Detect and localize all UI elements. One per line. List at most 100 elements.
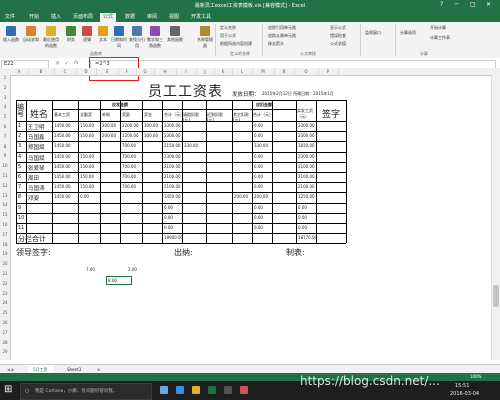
cell-no[interactable]: 4 [18,154,21,160]
cell-due_total[interactable]: 1450.00 [164,194,181,199]
column-header[interactable]: G [136,68,155,75]
cell-name[interactable]: 马国鑫 [28,133,45,141]
cell-full[interactable]: 150.00 [80,123,94,128]
cell-base[interactable]: 1450.00 [54,184,71,189]
cell-full[interactable]: 150.00 [80,174,94,179]
cell-full[interactable]: 150.00 [80,154,94,159]
cell-name[interactable]: 郑国斌 [28,143,45,151]
cell-due_total[interactable]: 0.00 [164,205,173,210]
row-header[interactable]: 15 [0,212,10,217]
cell-actual[interactable]: 2100.00 [298,164,315,169]
cell-no[interactable]: 9 [18,205,21,211]
column-header[interactable]: C [54,68,77,75]
cell-actual[interactable]: 2300.00 [298,154,315,159]
ribbon-button-8[interactable]: 数学和三角函数 [146,25,164,49]
row-header[interactable]: 3 [0,95,10,100]
column-header[interactable]: B [28,68,55,75]
row-header[interactable]: 25 [0,310,10,315]
row-header[interactable]: 10 [0,163,10,168]
ribbon-button-10[interactable]: 名称管理器 [196,25,214,49]
tab-file[interactable]: 文件 [2,13,18,22]
cell-no[interactable]: 2 [18,133,21,139]
cancel-icon[interactable]: ✕ [55,60,60,67]
tab-formulas[interactable]: 公式 [100,13,117,22]
row-header[interactable]: 29 [0,349,10,354]
cell-sub[interactable]: 200.00 [102,133,116,138]
cell-base[interactable]: 1450.00 [54,194,71,199]
cell-ded_total[interactable]: 0.00 [254,205,263,210]
cell-base[interactable]: 1450.00 [54,164,71,169]
row-header[interactable]: 1 [0,75,10,80]
column-header[interactable]: D [76,68,97,75]
cell-actual[interactable]: 0.00 [298,215,307,220]
cell-actual[interactable]: 3300.00 [298,123,315,128]
column-header[interactable]: L [232,68,253,75]
row-header[interactable]: 24 [0,300,10,305]
cell-reward[interactable]: 700.00 [122,174,136,179]
ribbon-item-5[interactable]: 移去箭头 [268,41,284,47]
ribbon-item-9[interactable]: 监视窗口 [365,30,381,36]
cell-due_total[interactable]: 2100.00 [164,174,181,179]
cell-due_total[interactable]: 2150.00 [164,143,181,148]
cell-name[interactable]: 周田 [28,174,39,182]
cell-actual[interactable]: 2100.00 [298,174,315,179]
app-icon[interactable] [240,386,248,394]
cell-bonus[interactable]: 300.00 [144,133,158,138]
worksheet[interactable]: 员工工资表 发放日期： 2015年2月12日 所属日期：2015年1月 编号 姓名 应发金… [10,75,490,360]
cell-no[interactable]: 1 [18,123,21,129]
cell-no[interactable]: 7 [18,184,21,190]
vertical-scrollbar[interactable] [491,75,500,360]
cell-actual[interactable]: 1820.00 [298,143,315,148]
row-header[interactable]: 8 [0,144,10,149]
ribbon-item-12[interactable]: 计算工作表 [430,35,450,41]
cell-full[interactable]: 150.00 [80,164,94,169]
row-header[interactable]: 2 [0,85,10,90]
tab-developer[interactable]: 开发工具 [188,13,214,22]
row-header[interactable]: 17 [0,232,10,237]
cell-no[interactable]: 10 [18,215,24,221]
ribbon-item-1[interactable]: 用于公式 [220,33,236,39]
column-header[interactable]: J [196,68,215,75]
cell-bonus[interactable]: 300.00 [144,123,158,128]
row-header[interactable]: 26 [0,320,10,325]
cell-base[interactable]: 1450.00 [54,133,71,138]
column-header[interactable]: A [10,68,29,75]
cell-base[interactable]: 1450.00 [54,154,71,159]
ribbon-button-9[interactable]: 其他函数 [166,25,184,43]
column-header[interactable]: P [318,68,339,75]
ribbon-item-4[interactable]: 追踪从属单元格 [268,33,296,39]
cell-due_total[interactable]: 2100.00 [164,164,181,169]
cell-ded_total[interactable]: 0.00 [254,164,263,169]
cell-base[interactable]: 1450.00 [54,174,71,179]
ribbon-item-6[interactable]: 显示公式 [330,25,346,31]
cell-ded_total[interactable]: 0.00 [254,123,263,128]
cell-reward[interactable]: 700.00 [122,184,136,189]
row-header[interactable]: 6 [0,124,10,129]
ribbon-button-6[interactable]: 日期和时间 [110,25,128,49]
ribbon-item-7[interactable]: 错误检查 [330,33,346,39]
column-header[interactable]: N [274,68,295,75]
cell-reward[interactable]: 700.00 [122,164,136,169]
ribbon-button-2[interactable]: 最近使用的函数 [42,25,60,49]
ribbon-item-8[interactable]: 公式求值 [330,41,346,47]
excel-icon[interactable] [208,386,216,394]
store-icon[interactable] [224,386,232,394]
row-header[interactable]: 9 [0,153,10,158]
ribbon-item-3[interactable]: 追踪引用单元格 [268,25,296,31]
cell-name[interactable]: 马国斌 [28,154,45,162]
column-header[interactable]: E [96,68,119,75]
tab-insert[interactable]: 插入 [48,13,64,22]
row-header[interactable]: 28 [0,340,10,345]
cell-actual[interactable]: 0.00 [298,205,307,210]
row-header[interactable]: 19 [0,251,10,256]
row-header[interactable]: 14 [0,202,10,207]
cell-due_total[interactable]: 2300.00 [164,154,181,159]
cortana-search[interactable]: ○ 我是 Cortana，小娜。有问题尽管问我。 [20,383,152,400]
minimize-button[interactable]: ─ [455,1,459,8]
cell-base[interactable]: 1450.00 [54,143,71,148]
cell-reward[interactable]: 1200.00 [122,133,139,138]
ribbon-button-0[interactable]: 插入函数 [2,25,20,43]
ribbon-button-7[interactable]: 查找与引用 [128,25,146,49]
column-header[interactable]: K [214,68,233,75]
cell-name[interactable]: 马国涛 [28,184,45,192]
